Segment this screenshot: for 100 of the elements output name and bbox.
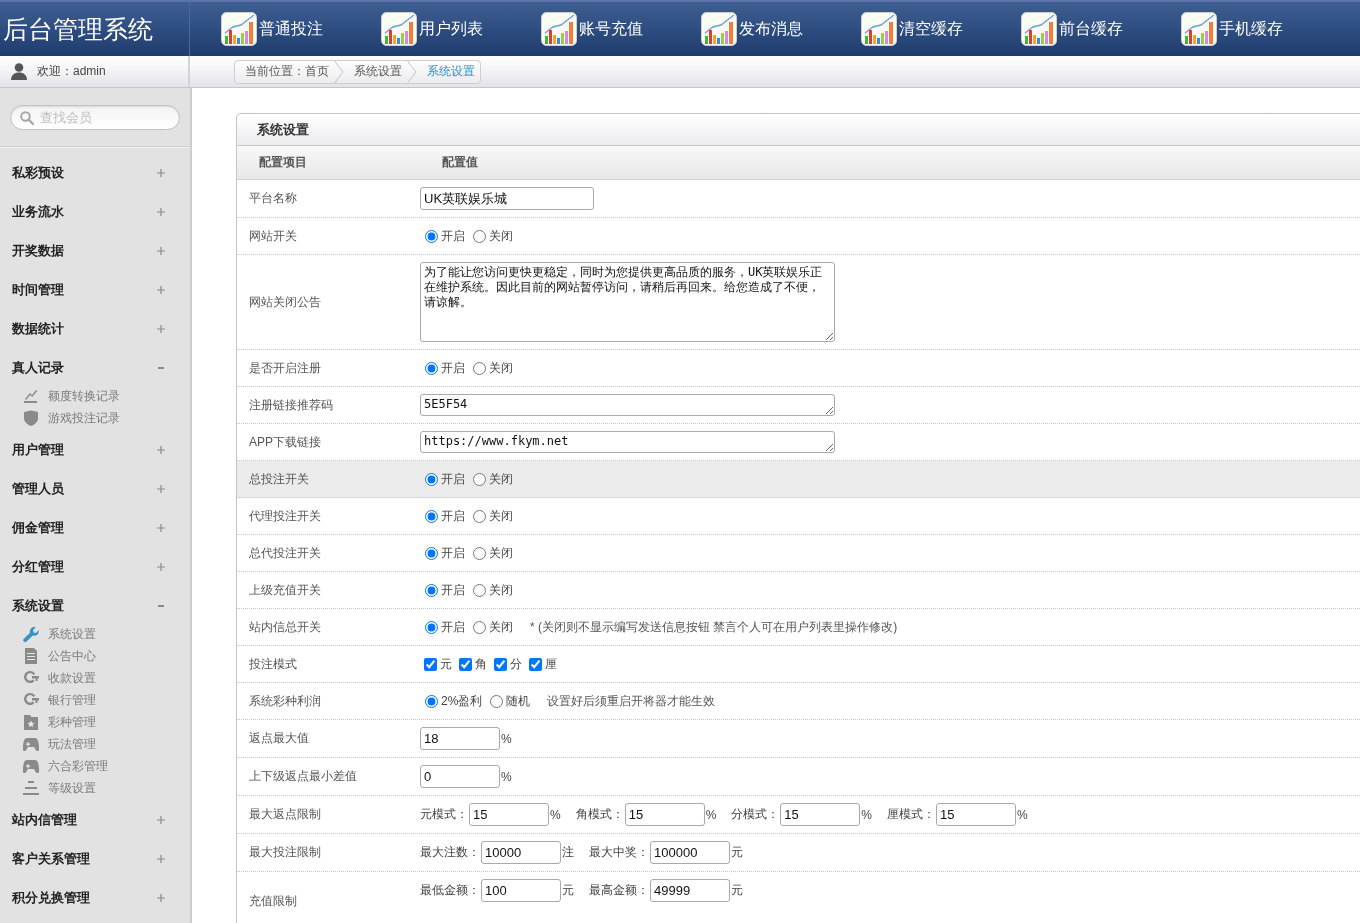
text-field[interactable]: 100 <box>481 879 561 902</box>
sidebar-subitem[interactable]: 额度转换记录 <box>0 385 190 407</box>
nav-link[interactable]: 用户列表 <box>381 2 541 56</box>
field-label: 最低金额： <box>420 882 480 899</box>
field-label: 角模式： <box>575 806 624 823</box>
bar-chart-icon <box>861 12 897 46</box>
text-field[interactable]: 49999 <box>650 879 730 902</box>
sidebar-item[interactable]: 数据统计 <box>0 309 190 348</box>
sidebar-item[interactable]: 佣金管理 <box>0 508 190 547</box>
sidebar-item[interactable]: 站内信管理 <box>0 800 190 839</box>
nav-link[interactable]: 手机缓存 <box>1181 2 1341 56</box>
sidebar-item[interactable]: 客户关系管理 <box>0 839 190 878</box>
field-label: 元模式： <box>420 806 468 823</box>
text-area[interactable]: https://www.fkym.net <box>420 431 835 453</box>
key-icon <box>23 670 39 686</box>
sidebar-item[interactable]: 时间管理 <box>0 270 190 309</box>
setting-label: 平台名称 <box>248 190 298 207</box>
app-title: 后台管理系统 <box>3 13 153 45</box>
text-field[interactable]: 15 <box>780 803 861 826</box>
sidebar-item[interactable]: 管理人员 <box>0 469 190 508</box>
option-label: 开启 <box>441 470 465 488</box>
setting-label: 总代投注开关 <box>248 544 322 562</box>
sidebar-subitem[interactable]: 等级设置 <box>0 777 190 799</box>
text-field[interactable]: 10000 <box>481 841 561 864</box>
text-field[interactable]: 18 <box>420 727 500 750</box>
nav-link[interactable]: 账号充值 <box>541 2 701 56</box>
sidebar-item[interactable]: 真人记录 <box>0 348 190 387</box>
radio-button[interactable] <box>473 472 486 486</box>
text-area[interactable]: 5E5F54 <box>420 394 835 416</box>
text-field[interactable]: 15 <box>469 803 549 826</box>
breadcrumb-link[interactable]: 系统设置 <box>417 60 480 83</box>
radio-button[interactable] <box>473 546 486 560</box>
radio-button[interactable] <box>473 583 486 597</box>
setting-label: 代理投注开关 <box>248 507 322 525</box>
radio-button[interactable] <box>425 583 438 597</box>
text-field[interactable]: 15 <box>936 803 1016 826</box>
radio-button[interactable] <box>473 229 486 243</box>
sidebar-subitem[interactable]: 收款设置 <box>0 667 190 689</box>
setting-label: 上下级返点最小差值 <box>248 768 358 785</box>
sidebar-item[interactable]: 分红管理 <box>0 547 190 586</box>
sidebar-subitem[interactable]: 系统设置 <box>0 623 190 645</box>
search-field[interactable]: 查找会员 <box>10 104 180 130</box>
field-label: 最高金额： <box>589 882 649 899</box>
option-label: 开启 <box>441 507 465 525</box>
nav-link[interactable]: 清空缓存 <box>861 2 1021 56</box>
sidebar-subitem[interactable]: 公告中心 <box>0 645 190 667</box>
sidebar-subitem[interactable]: 六合彩管理 <box>0 755 190 777</box>
text-field[interactable]: 100000 <box>650 841 730 864</box>
radio-button[interactable] <box>425 509 438 523</box>
sidebar-subitem[interactable]: 彩种管理 <box>0 711 190 733</box>
sidebar-item[interactable]: 系统设置 <box>0 586 190 625</box>
radio-button[interactable] <box>425 694 438 708</box>
option-label: 厘 <box>545 655 557 673</box>
breadcrumb-link[interactable]: 当前位置：首页 <box>235 60 334 83</box>
nav-link[interactable]: 发布消息 <box>701 2 861 56</box>
checkbox[interactable] <box>494 657 507 671</box>
checkbox[interactable] <box>459 657 472 671</box>
radio-button[interactable] <box>425 546 438 560</box>
sidebar-item[interactable]: 积分兑换管理 <box>0 878 190 917</box>
text-area[interactable]: 为了能让您访问更快更稳定，同时为您提供更高品质的服务，UK英联娱乐正在维护系统。因此目前的网站暂停访问，请稍后再回来。给您造成了不便，请谅解。 <box>420 262 835 342</box>
stack-icon <box>23 780 39 796</box>
text-field[interactable]: UK英联娱乐城 <box>420 187 594 210</box>
document-icon <box>23 648 39 664</box>
sidebar-subitem[interactable]: 游戏投注记录 <box>0 407 190 429</box>
setting-label: 网站开关 <box>248 227 298 245</box>
sidebar-item[interactable]: 开奖数据 <box>0 231 190 270</box>
radio-button[interactable] <box>473 361 486 375</box>
radio-button[interactable] <box>425 361 438 375</box>
breadcrumb-link[interactable]: 系统设置 <box>344 60 407 83</box>
option-label: 2%盈利 <box>441 692 483 710</box>
shield-icon <box>23 410 39 426</box>
sidebar-subitem[interactable]: 玩法管理 <box>0 733 190 755</box>
search-icon <box>20 110 34 125</box>
text-field[interactable]: 15 <box>624 803 705 826</box>
option-label: 开启 <box>441 544 465 562</box>
radio-button[interactable] <box>473 509 486 523</box>
setting-label: 注册链接推荐码 <box>248 396 334 414</box>
option-label: 随机 <box>506 692 531 710</box>
sidebar-item[interactable]: 用户管理 <box>0 430 190 469</box>
radio-button[interactable] <box>425 620 438 634</box>
wrench-icon <box>23 626 39 642</box>
checkbox[interactable] <box>529 657 542 671</box>
setting-label: 上级充值开关 <box>248 581 322 599</box>
option-label: 元 <box>440 655 452 673</box>
option-label: 分 <box>510 655 522 673</box>
radio-button[interactable] <box>490 694 504 708</box>
radio-button[interactable] <box>425 472 438 486</box>
option-label: 开启 <box>441 618 465 636</box>
option-label: 开启 <box>441 581 465 599</box>
text-field[interactable]: 0 <box>420 765 500 788</box>
nav-link[interactable]: 普通投注 <box>221 2 381 56</box>
radio-button[interactable] <box>473 620 486 634</box>
setting-label: 是否开启注册 <box>248 359 322 377</box>
sidebar-item[interactable]: 私彩预设 <box>0 153 190 192</box>
column-header: 配置项目 <box>258 154 308 171</box>
sidebar-item[interactable]: 业务流水 <box>0 192 190 231</box>
checkbox[interactable] <box>424 657 437 671</box>
sidebar-subitem[interactable]: 银行管理 <box>0 689 190 711</box>
radio-button[interactable] <box>425 229 438 243</box>
nav-link[interactable]: 前台缓存 <box>1021 2 1181 56</box>
